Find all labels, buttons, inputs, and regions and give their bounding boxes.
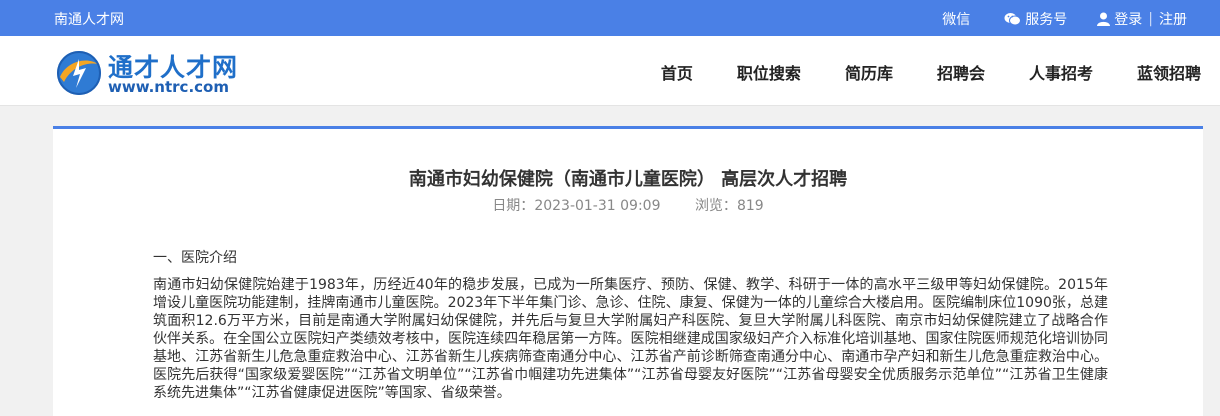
site-name[interactable]: 南通人才网 [54,9,124,29]
top-bar: 南通人才网 微信 服务号 登录 | 注册 [0,0,1220,36]
date-value: 2023-01-31 09:09 [534,198,661,214]
wechat-icon [1004,13,1022,26]
article-title: 南通市妇幼保健院（南通市儿童医院） 高层次人才招聘 [408,169,848,190]
service-account-label: 服务号 [1025,12,1068,28]
service-account-link[interactable]: 服务号 [1004,9,1067,29]
site-logo[interactable]: 通才人才网 www.ntrc.com [56,48,256,96]
header: 通才人才网 www.ntrc.com 首页 职位搜索 简历库 招聘会 人事招考 … [0,36,1220,106]
main-nav: 首页 职位搜索 简历库 招聘会 人事招考 蓝领招聘 [661,60,1201,84]
publish-date: 日期：2023-01-31 09:09 [492,198,660,214]
article-meta: 日期：2023-01-31 09:09 浏览：819 [53,195,1203,215]
user-icon [1097,12,1111,26]
logo-domain: www.ntrc.com [108,78,229,96]
nav-job-fair[interactable]: 招聘会 [937,60,985,84]
views-value: 819 [736,198,764,214]
top-bar-links: 微信 服务号 登录 | 注册 [942,9,1187,29]
views-label: 浏览： [694,198,737,214]
article-paragraph: 南通市妇幼保健院始建于1983年，历经近40年的稳步发展，已成为一所集医疗、预防… [153,277,1108,401]
login-link[interactable]: 登录 [1097,9,1142,29]
view-count: 浏览：819 [695,198,764,214]
wechat-link[interactable]: 微信 [942,9,970,29]
article-card: 南通市妇幼保健院（南通市儿童医院） 高层次人才招聘 日期：2023-01-31 … [53,126,1203,416]
date-label: 日期： [492,198,535,214]
nav-resume-library[interactable]: 简历库 [845,60,893,84]
nav-home[interactable]: 首页 [661,60,693,84]
nav-personnel-exam[interactable]: 人事招考 [1029,60,1093,84]
login-label: 登录 [1114,12,1143,28]
logo-emblem-icon [57,51,101,95]
nav-job-search[interactable]: 职位搜索 [737,60,801,84]
register-link[interactable]: 注册 [1159,9,1187,29]
section-heading: 一、医院介绍 [153,250,237,266]
nav-blue-collar[interactable]: 蓝领招聘 [1137,60,1201,84]
separator: | [1148,11,1153,27]
